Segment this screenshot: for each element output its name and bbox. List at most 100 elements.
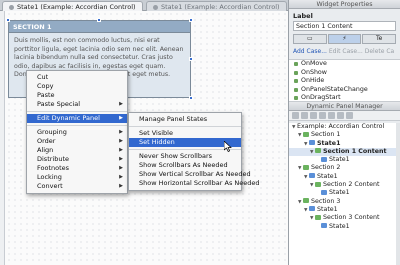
tree-row-label: Example: Accordian Control bbox=[297, 123, 385, 130]
menu-item-paste-special[interactable]: Paste Special ▶ bbox=[27, 100, 127, 109]
tree-row-label: State1 bbox=[317, 172, 338, 180]
selection-handle[interactable] bbox=[189, 96, 193, 100]
menu-item-distribute[interactable]: Distribute ▶ bbox=[27, 155, 127, 164]
edit-state-icon[interactable] bbox=[328, 112, 335, 119]
menu-item-order[interactable]: Order ▶ bbox=[27, 137, 127, 146]
menu-item-locking[interactable]: Locking ▶ bbox=[27, 173, 127, 182]
tab-label: State1 (Example: Accordian Control) bbox=[17, 3, 136, 11]
tab-interactions-icon[interactable]: ⚡ bbox=[327, 34, 362, 44]
tree-row-label: Section 2 Content bbox=[323, 181, 380, 189]
menu-item-label: Order bbox=[37, 137, 56, 145]
tree-scrollbar[interactable] bbox=[396, 123, 400, 265]
close-tab-icon[interactable] bbox=[153, 4, 158, 10]
menu-item-show-vertical-scrollbar[interactable]: Show Vertical Scrollbar As Needed bbox=[129, 170, 251, 179]
tab-state1-active[interactable]: State1 (Example: Accordian Control) bbox=[2, 1, 143, 11]
tree-row[interactable]: State1 bbox=[289, 156, 400, 164]
menu-item-footnotes[interactable]: Footnotes ▶ bbox=[27, 164, 127, 173]
submenu-arrow-icon: ▶ bbox=[119, 138, 123, 144]
event-onhide[interactable]: OnHide bbox=[289, 77, 400, 86]
delete-state-icon[interactable] bbox=[337, 112, 344, 119]
edit-case-link[interactable]: Edit Case... bbox=[329, 48, 363, 55]
menu-item-manage-panel-states[interactable]: Manage Panel States bbox=[129, 115, 241, 124]
panel-state-icon bbox=[309, 173, 315, 179]
menu-item-copy[interactable]: Copy bbox=[27, 82, 127, 91]
menu-item-set-visible[interactable]: Set Visible bbox=[129, 129, 241, 138]
dynamic-panel-icon bbox=[315, 214, 321, 220]
events-list: OnMove OnShow OnHide OnPanelStateChange … bbox=[289, 59, 400, 102]
move-down-icon[interactable] bbox=[319, 112, 326, 119]
dynamic-panel-icon bbox=[303, 198, 309, 204]
tree-row-label: State1 bbox=[317, 205, 338, 213]
menu-item-grouping[interactable]: Grouping ▶ bbox=[27, 128, 127, 137]
menu-item-cut[interactable]: Cut bbox=[27, 73, 127, 82]
add-state-icon[interactable] bbox=[292, 112, 299, 119]
submenu-arrow-icon: ▶ bbox=[119, 147, 123, 153]
selection-handle[interactable] bbox=[189, 18, 193, 22]
submenu-arrow-icon: ▶ bbox=[119, 156, 123, 162]
close-tab-icon[interactable] bbox=[9, 4, 14, 10]
menu-item-convert[interactable]: Convert ▶ bbox=[27, 182, 127, 191]
widget-properties-title: Widget Properties bbox=[289, 0, 400, 9]
event-onpanelstatechange[interactable]: OnPanelStateChange bbox=[289, 86, 400, 95]
tree-row-label: Section 1 Content bbox=[323, 147, 387, 155]
submenu-arrow-icon: ▶ bbox=[119, 165, 123, 171]
move-up-icon[interactable] bbox=[310, 112, 317, 119]
tab-properties-icon[interactable]: ▭ bbox=[293, 34, 327, 44]
context-menu: Cut Copy Paste Paste Special ▶ Edit Dynam… bbox=[26, 70, 128, 194]
dynamic-panel-icon bbox=[303, 164, 309, 170]
dynamic-panel-icon bbox=[315, 181, 321, 187]
tree-row-label: Section 1 bbox=[311, 131, 341, 139]
event-ondragstart[interactable]: OnDragStart bbox=[289, 94, 400, 101]
event-onshow[interactable]: OnShow bbox=[289, 69, 400, 78]
dynamic-panel-icon bbox=[315, 148, 321, 154]
tree-row-label: Section 2 bbox=[311, 164, 341, 172]
tree-row[interactable]: ▼ Section 2 bbox=[289, 164, 400, 172]
menu-item-show-scrollbars-as-needed[interactable]: Show Scrollbars As Needed bbox=[129, 161, 241, 170]
tree-row[interactable]: ▼ State1 bbox=[289, 140, 400, 148]
tab-label: State1 (Example: Accordian Control) bbox=[161, 3, 280, 11]
vertical-ruler bbox=[0, 11, 5, 265]
mouse-cursor-icon bbox=[224, 141, 232, 152]
menu-item-show-horizontal-scrollbar[interactable]: Show Horizontal Scrollbar As Needed bbox=[129, 179, 260, 188]
tree-row[interactable]: ▼ Section 3 bbox=[289, 198, 400, 206]
tree-row[interactable]: ▼ Section 1 Content bbox=[289, 147, 400, 157]
event-onmove[interactable]: OnMove bbox=[289, 60, 400, 69]
tree-row[interactable]: ▼ Section 1 bbox=[289, 131, 400, 139]
menu-item-align[interactable]: Align ▶ bbox=[27, 146, 127, 155]
properties-tabs: ▭ ⚡ Te bbox=[293, 34, 397, 44]
menu-separator bbox=[27, 125, 127, 126]
menu-item-paste[interactable]: Paste bbox=[27, 91, 127, 100]
panel-state-icon bbox=[309, 140, 315, 146]
menu-separator bbox=[129, 126, 241, 127]
selection-handle[interactable] bbox=[189, 57, 193, 61]
tree-row[interactable]: ▼ Section 2 Content bbox=[289, 181, 400, 189]
delete-case-link[interactable]: Delete Ca bbox=[365, 48, 395, 55]
selection-handle[interactable] bbox=[6, 18, 10, 22]
add-case-link[interactable]: Add Case... bbox=[293, 48, 327, 55]
selection-handle[interactable] bbox=[97, 18, 101, 22]
tree-row[interactable]: ▼ State1 bbox=[289, 206, 400, 214]
tree-row[interactable]: ▼ State1 bbox=[289, 173, 400, 181]
tree-row[interactable]: ▼ Example: Accordian Control bbox=[289, 123, 400, 131]
tree-row-label: State1 bbox=[317, 139, 341, 147]
tab-state1[interactable]: State1 (Example: Accordian Control) bbox=[146, 1, 287, 11]
submenu-arrow-icon: ▶ bbox=[119, 183, 123, 189]
menu-item-label: Locking bbox=[37, 173, 62, 181]
menu-item-never-show-scrollbars[interactable]: Never Show Scrollbars bbox=[129, 152, 241, 161]
tree-row[interactable]: State1 bbox=[289, 223, 400, 231]
tree-row[interactable]: ▼ Section 3 Content bbox=[289, 214, 400, 222]
menu-item-edit-dynamic-panel[interactable]: Edit Dynamic Panel ▶ bbox=[27, 114, 127, 123]
label-field-input[interactable]: Section 1 Content bbox=[293, 21, 396, 31]
section-1-header[interactable]: SECTION 1 bbox=[9, 21, 190, 33]
menu-item-label: Footnotes bbox=[37, 164, 70, 172]
tree-row-label: State1 bbox=[329, 189, 350, 197]
tree-row[interactable]: State1 bbox=[289, 189, 400, 197]
panel-state-icon bbox=[309, 206, 315, 212]
menu-item-label: Convert bbox=[37, 182, 63, 190]
tab-style-icon[interactable]: Te bbox=[362, 34, 397, 44]
menu-item-label: Paste Special bbox=[37, 100, 81, 108]
submenu-arrow-icon: ▶ bbox=[119, 129, 123, 135]
panel-state-icon bbox=[321, 223, 327, 229]
duplicate-state-icon[interactable] bbox=[301, 112, 308, 119]
filter-icon[interactable] bbox=[346, 112, 353, 119]
